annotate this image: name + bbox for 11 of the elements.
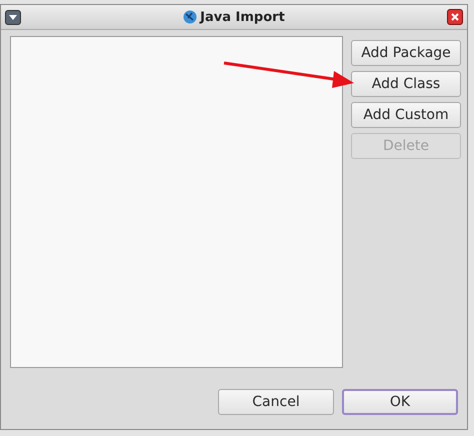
dialog-button[interactable]: OK (342, 389, 458, 415)
side-button[interactable]: Add Custom (351, 102, 461, 128)
side-button[interactable]: Add Package (351, 40, 461, 66)
close-button[interactable] (446, 9, 463, 25)
close-icon (450, 12, 460, 22)
dropdown-icon (8, 14, 18, 20)
java-logo-icon (183, 10, 198, 24)
window-menu-button[interactable] (5, 10, 21, 24)
window-title: Java Import (200, 10, 285, 24)
side-button[interactable]: Add Class (351, 71, 461, 97)
dialog-button[interactable]: Cancel (218, 389, 334, 415)
